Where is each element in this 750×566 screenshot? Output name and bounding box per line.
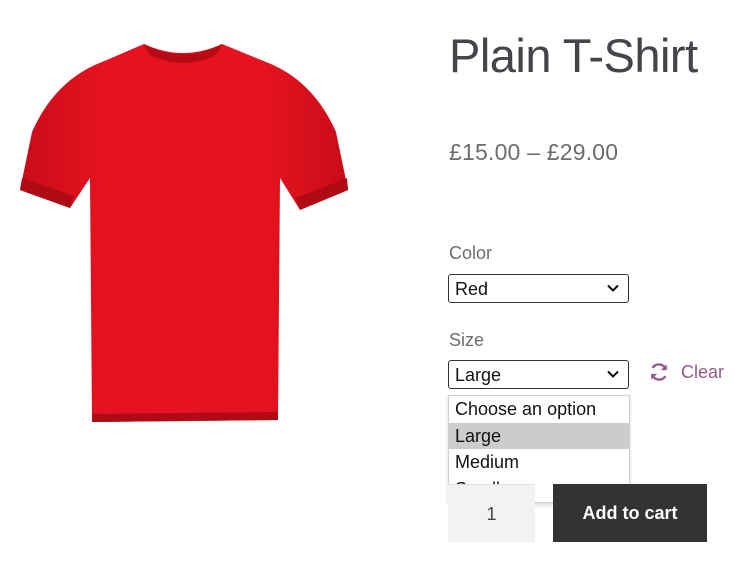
chevron-down-icon — [607, 370, 619, 378]
size-option-large[interactable]: Large — [449, 422, 629, 449]
clear-label: Clear — [681, 361, 725, 382]
refresh-icon — [650, 363, 668, 381]
quantity-input[interactable]: 1 — [448, 484, 535, 542]
color-select[interactable]: Red — [448, 274, 629, 303]
product-image — [18, 40, 352, 424]
color-label: Color — [449, 243, 493, 263]
clear-button[interactable]: Clear — [648, 361, 724, 383]
add-to-cart-button[interactable]: Add to cart — [553, 484, 707, 542]
size-select-value: Large — [455, 365, 502, 385]
size-option-choose[interactable]: Choose an option — [449, 396, 629, 423]
size-select[interactable]: Large — [448, 360, 629, 389]
tshirt-image — [20, 44, 348, 422]
size-label: Size — [449, 330, 485, 350]
product-price: £15.00 – £29.00 — [449, 139, 619, 165]
size-option-medium[interactable]: Medium — [449, 449, 629, 476]
color-select-value: Red — [455, 279, 489, 299]
chevron-down-icon — [607, 284, 619, 292]
product-title: Plain T-Shirt — [449, 29, 698, 82]
